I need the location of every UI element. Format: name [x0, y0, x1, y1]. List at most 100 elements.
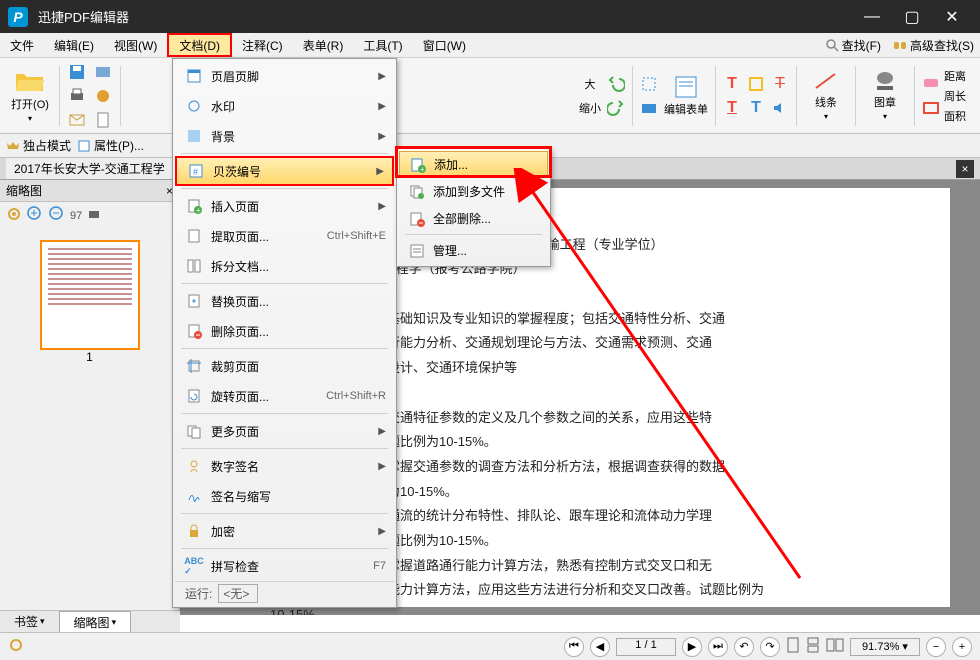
next-page-button[interactable]: ▶ — [682, 637, 702, 657]
svg-text:+: + — [420, 165, 425, 173]
menuitem-more-pages[interactable]: 更多页面▶ — [175, 416, 394, 446]
folder-open-icon — [14, 68, 46, 94]
exclusive-mode-button[interactable]: 独占模式 — [6, 137, 71, 154]
strike-icon[interactable]: T — [769, 74, 791, 94]
redo-icon[interactable] — [605, 98, 627, 118]
last-page-button[interactable]: ⏭ — [708, 637, 728, 657]
edit-form-button[interactable]: 编辑表单 — [662, 62, 710, 130]
find-button[interactable]: 查找(F) — [819, 37, 887, 54]
menu-view[interactable]: 视图(W) — [104, 33, 167, 57]
open-label: 打开(O) — [11, 96, 49, 112]
zoom-in-button[interactable]: + — [952, 637, 972, 657]
page-thumbnail[interactable]: 1 — [40, 240, 140, 364]
menu-edit[interactable]: 编辑(E) — [44, 33, 104, 57]
form-icon — [672, 75, 700, 99]
binocular-icon — [893, 38, 907, 52]
sound-icon[interactable] — [769, 98, 791, 118]
tool-a-button[interactable] — [91, 86, 115, 106]
snapshot-icon[interactable] — [638, 98, 660, 118]
tab-thumbnail[interactable]: 缩略图▾ — [59, 611, 132, 632]
menuitem-watermark[interactable]: 水印▶ — [175, 91, 394, 121]
menuitem-spellcheck[interactable]: ABC✓拼写检查F7 — [175, 551, 394, 581]
save-button[interactable] — [65, 62, 89, 82]
nav-back-button[interactable]: ↶ — [734, 637, 754, 657]
menuitem-split-doc[interactable]: 拆分文档... — [175, 251, 394, 281]
zoomout-thumb-icon[interactable] — [48, 205, 66, 228]
maximize-button[interactable]: ▢ — [892, 0, 932, 33]
select-icon[interactable] — [638, 74, 660, 94]
editform-label: 编辑表单 — [664, 101, 708, 117]
print-icon — [68, 87, 86, 105]
menu-tools[interactable]: 工具(T) — [353, 33, 412, 57]
menuitem-replace-page[interactable]: 替换页面... — [175, 286, 394, 316]
menu-window[interactable]: 窗口(W) — [413, 33, 476, 57]
run-bar: 运行:<无> — [175, 581, 394, 605]
menuitem-bates-number[interactable]: #贝茨编号▶ — [175, 156, 394, 186]
submenu-delete-all[interactable]: 全部删除... — [399, 205, 548, 232]
perim-label[interactable]: 周长 — [944, 88, 974, 104]
menuitem-header-footer[interactable]: 页眉页脚▶ — [175, 61, 394, 91]
submenu-manage[interactable]: 管理... — [399, 237, 548, 264]
print-button[interactable] — [65, 86, 89, 106]
layout-facing-icon[interactable] — [826, 637, 844, 656]
menuitem-crop-page[interactable]: 裁剪页面 — [175, 351, 394, 381]
tab-close-button[interactable]: × — [956, 160, 974, 178]
menuitem-background[interactable]: 背景▶ — [175, 121, 394, 151]
text-tool2-icon[interactable]: T — [721, 98, 743, 118]
tool-icon — [94, 87, 112, 105]
shape-icon[interactable] — [920, 98, 942, 118]
first-page-button[interactable]: ⏮ — [564, 637, 584, 657]
options-icon[interactable] — [8, 637, 24, 656]
run-value[interactable]: <无> — [218, 584, 258, 603]
line-icon — [813, 70, 839, 92]
menu-comment[interactable]: 注释(C) — [232, 33, 293, 57]
page-input[interactable]: 1 / 1 — [616, 638, 676, 656]
advanced-find-button[interactable]: 高级查找(S) — [887, 37, 980, 54]
ribbon-toolbar: 打开(O)▾ 大 缩小 编辑表单 TT T T 线条▾ 图章▾ — [0, 58, 980, 134]
lines-label: 线条 — [815, 94, 837, 110]
area-label[interactable]: 面积 — [944, 108, 974, 124]
prev-page-button[interactable]: ◀ — [590, 637, 610, 657]
gear-icon[interactable] — [6, 206, 22, 227]
stamp-button[interactable]: 图章▾ — [861, 62, 909, 130]
submenu-add[interactable]: +添加... — [399, 151, 548, 178]
zoom-display[interactable]: 91.73% ▾ — [850, 638, 920, 656]
menuitem-encrypt[interactable]: 加密▶ — [175, 516, 394, 546]
document-tab[interactable]: 2017年长安大学-交通工程学 — [6, 158, 173, 179]
close-button[interactable]: ✕ — [932, 0, 972, 33]
tab-bookmark[interactable]: 书签▾ — [0, 611, 59, 632]
menu-file[interactable]: 文件 — [0, 33, 44, 57]
menu-document[interactable]: 文档(D) — [167, 33, 232, 57]
menubar: 文件 编辑(E) 视图(W) 文档(D) 注释(C) 表单(R) 工具(T) 窗… — [0, 33, 980, 58]
undo-icon[interactable] — [605, 74, 627, 94]
tool-b-button[interactable] — [91, 110, 115, 130]
menuitem-rotate-page[interactable]: 旋转页面...Ctrl+Shift+R — [175, 381, 394, 411]
dist-label[interactable]: 距离 — [944, 68, 974, 84]
submenu-add-multi[interactable]: 添加到多文件 — [399, 178, 548, 205]
thumb-print-icon[interactable] — [86, 206, 102, 227]
zoom-out-button[interactable]: − — [926, 637, 946, 657]
highlight-icon[interactable] — [745, 74, 767, 94]
email-button[interactable] — [65, 110, 89, 130]
zoomin-thumb-icon[interactable] — [26, 205, 44, 228]
open-button[interactable]: 打开(O)▾ — [6, 62, 54, 130]
menu-form[interactable]: 表单(R) — [293, 33, 354, 57]
zoom-out-icon[interactable]: 缩小 — [579, 98, 601, 118]
nav-fwd-button[interactable]: ↷ — [760, 637, 780, 657]
menuitem-signature[interactable]: 签名与缩写 — [175, 481, 394, 511]
text-tool-icon[interactable]: T — [721, 74, 743, 94]
attributes-button[interactable]: 属性(P)... — [77, 137, 144, 154]
lines-button[interactable]: 线条▾ — [802, 62, 850, 130]
menuitem-insert-page[interactable]: +插入页面▶ — [175, 191, 394, 221]
layout-single-icon[interactable] — [786, 637, 800, 656]
zoom-in-icon[interactable]: 大 — [579, 74, 601, 94]
layout-cont-icon[interactable] — [806, 637, 820, 656]
scan-button[interactable] — [91, 62, 115, 82]
menuitem-delete-page[interactable]: 删除页面... — [175, 316, 394, 346]
eraser-icon[interactable] — [920, 74, 942, 94]
minimize-button[interactable]: — — [852, 0, 892, 33]
panel-header: 缩略图 × — [0, 180, 179, 202]
menuitem-digital-sign[interactable]: 数字签名▶ — [175, 451, 394, 481]
menuitem-extract-page[interactable]: 提取页面...Ctrl+Shift+E — [175, 221, 394, 251]
text-blue-icon[interactable]: T — [745, 98, 767, 118]
